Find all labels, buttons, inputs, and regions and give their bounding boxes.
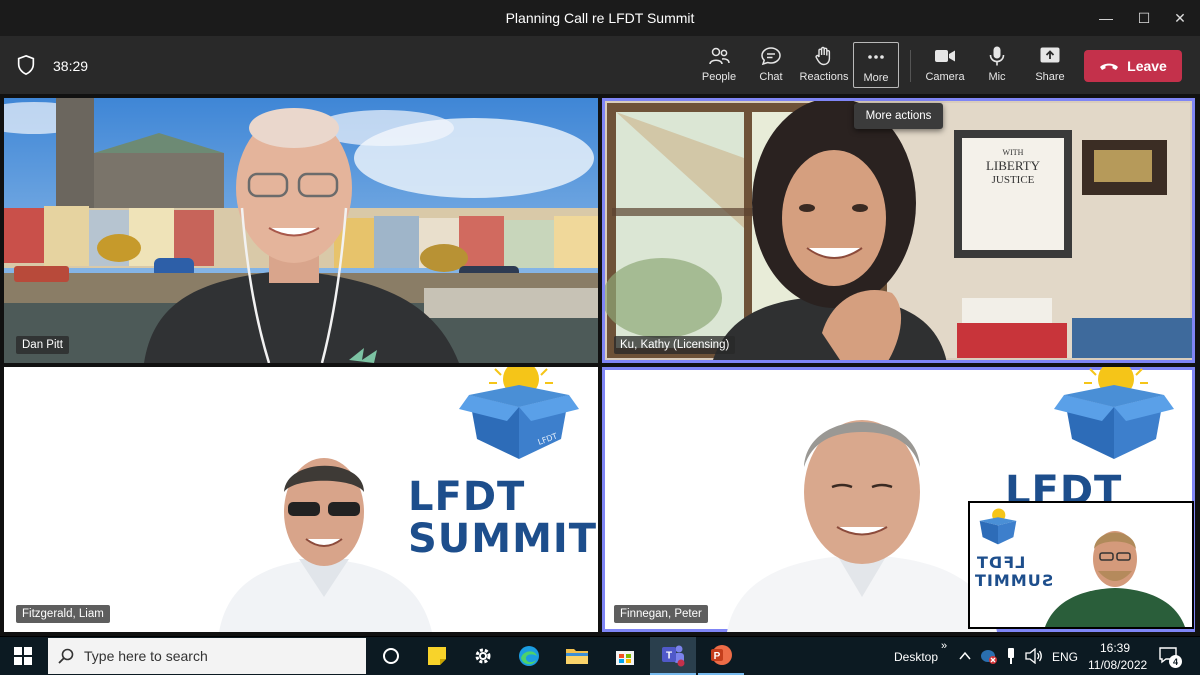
participant-tile-kathy-ku[interactable]: WITH LIBERTY JUSTICE Ku, Kathy (Licensin…	[602, 98, 1195, 363]
poster-line2: LIBERTY	[986, 158, 1041, 173]
usb-device-icon[interactable]	[1005, 647, 1017, 665]
share-button[interactable]: Share	[1032, 42, 1068, 88]
close-button[interactable]: ✕	[1160, 0, 1200, 36]
more-actions-tooltip: More actions	[854, 103, 943, 129]
meeting-timer: 38:29	[53, 58, 89, 74]
liam-fitzgerald-video-icon	[219, 458, 432, 632]
powerpoint-icon: P	[711, 645, 732, 665]
mic-button[interactable]: Mic	[982, 42, 1012, 88]
leave-label: Leave	[1127, 58, 1167, 74]
sticky-notes-icon	[428, 647, 446, 665]
poster-line1: WITH	[1003, 148, 1024, 157]
dan-pitt-video-icon	[4, 98, 598, 363]
lfdt-logo-icon: LFDT	[459, 367, 579, 459]
camera-icon	[935, 50, 955, 62]
action-center-button[interactable]: 4	[1158, 646, 1182, 668]
more-label: More	[863, 72, 889, 84]
participant-name-label: Fitzgerald, Liam	[16, 605, 110, 623]
poster-line3: JUSTICE	[992, 174, 1035, 186]
notification-count-badge: 4	[1169, 655, 1182, 668]
self-view-person-icon	[1045, 531, 1185, 627]
window-title: Planning Call re LFDT Summit	[505, 10, 695, 26]
search-placeholder: Type here to search	[84, 648, 208, 664]
clock-time[interactable]: 16:39	[1100, 641, 1130, 655]
desktop-toolbar-label[interactable]: Desktop	[894, 650, 938, 664]
start-button[interactable]	[0, 637, 46, 675]
participant-tile-peter-finnegan[interactable]: LFDT LFDT SUMMIT Finnegan, Peter	[602, 367, 1195, 632]
taskbar-app-store[interactable]	[602, 637, 648, 675]
self-view-video[interactable]: LFDT SUMMIT	[968, 501, 1194, 629]
gear-icon	[475, 648, 491, 664]
taskbar-app-edge[interactable]	[506, 637, 552, 675]
kathy-ku-video-icon: WITH LIBERTY JUSTICE	[602, 98, 1195, 363]
share-label: Share	[1035, 71, 1065, 83]
toolbar-divider	[910, 50, 911, 82]
chat-icon	[761, 47, 781, 66]
mic-label: Mic	[988, 71, 1006, 83]
people-label: People	[701, 71, 737, 83]
maximize-button[interactable]: ☐	[1124, 0, 1164, 36]
video-grid: Dan Pitt WITH LIBERTY JUSTICE Ku, Kathy …	[0, 94, 1200, 636]
chat-label: Chat	[759, 71, 783, 83]
peter-finnegan-video-icon	[727, 420, 997, 632]
more-dots-icon	[868, 55, 884, 59]
clock-date[interactable]: 11/08/2022	[1088, 658, 1147, 672]
taskbar-app-settings[interactable]	[460, 637, 506, 675]
store-bag-icon	[616, 651, 634, 665]
people-icon	[709, 47, 730, 65]
shield-icon[interactable]	[15, 54, 37, 76]
reactions-label: Reactions	[799, 71, 849, 83]
lfdt-logo-icon	[979, 508, 1017, 545]
teams-icon: T	[662, 645, 685, 667]
cortana-button[interactable]	[368, 637, 414, 675]
reactions-button[interactable]: Reactions	[799, 42, 849, 88]
participant-tile-dan-pitt[interactable]: Dan Pitt	[4, 98, 598, 363]
leave-button[interactable]: Leave	[1084, 50, 1182, 82]
participant-name-label: Finnegan, Peter	[614, 605, 708, 623]
title-bar: Planning Call re LFDT Summit — ☐ ✕	[0, 0, 1200, 36]
camera-label: Camera	[925, 71, 965, 83]
windows-logo-icon	[14, 647, 32, 665]
share-screen-icon	[1040, 47, 1060, 63]
meeting-toolbar: 38:29 People Chat Reactions More Camera …	[0, 36, 1200, 94]
taskbar-app-teams[interactable]: T	[650, 637, 696, 675]
taskbar-app-sticky-notes[interactable]	[414, 637, 460, 675]
search-icon	[58, 648, 74, 664]
cortana-circle-icon	[383, 648, 399, 664]
toolbar-overflow-chevrons[interactable]: »	[941, 640, 947, 652]
taskbar-app-file-explorer[interactable]	[554, 637, 600, 675]
camera-button[interactable]: Camera	[924, 42, 966, 88]
mirrored-lfdt-line1: LFDT	[976, 553, 1026, 572]
taskbar-search-box[interactable]: Type here to search	[48, 638, 366, 674]
speaker-volume-icon[interactable]	[1025, 648, 1043, 664]
windows-taskbar: Type here to search T P Desktop » ENG 16…	[0, 637, 1200, 675]
svg-text:T: T	[666, 651, 672, 662]
chat-button[interactable]: Chat	[752, 42, 790, 88]
more-button[interactable]: More	[853, 42, 899, 88]
lfdt-logo-icon	[1054, 367, 1174, 459]
tray-chevron-up-icon[interactable]	[958, 650, 972, 662]
svg-text:P: P	[714, 651, 721, 662]
input-language-indicator[interactable]: ENG	[1052, 650, 1078, 664]
taskbar-app-powerpoint[interactable]: P	[698, 637, 744, 675]
folder-icon	[566, 649, 588, 664]
network-status-icon[interactable]	[980, 648, 998, 664]
people-button[interactable]: People	[699, 42, 739, 88]
raise-hand-icon	[815, 46, 831, 66]
participant-name-label: Ku, Kathy (Licensing)	[614, 336, 736, 354]
participant-name-label: Dan Pitt	[16, 336, 69, 354]
participant-tile-liam-fitzgerald[interactable]: LFDT LFDT SUMMIT Fitzgerald, Liam	[4, 367, 598, 632]
minimize-button[interactable]: —	[1086, 0, 1126, 36]
microphone-icon	[989, 46, 1005, 66]
hang-up-icon	[1100, 63, 1119, 70]
edge-browser-icon	[519, 646, 539, 666]
